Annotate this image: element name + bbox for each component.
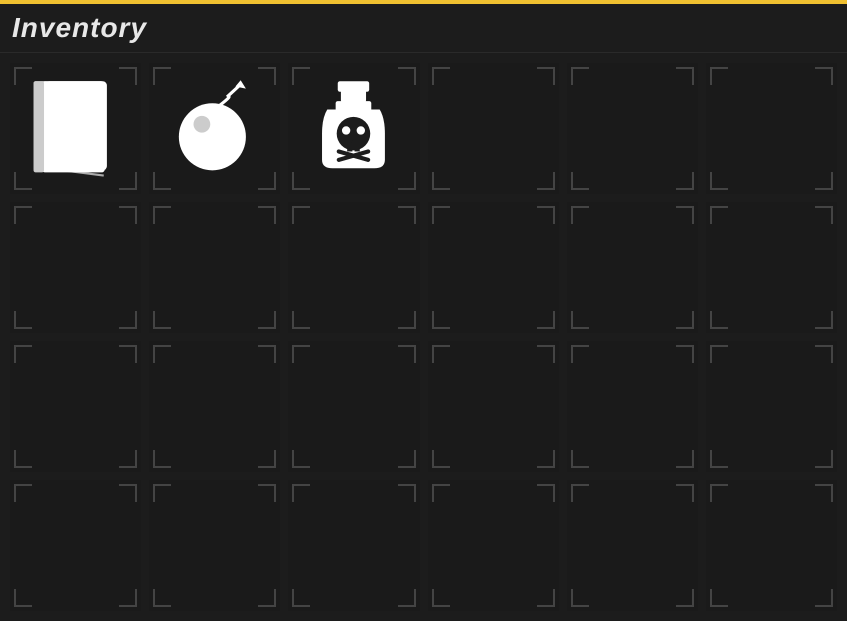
inventory-slot-18[interactable] — [10, 480, 141, 611]
inventory-slot-21[interactable] — [428, 480, 559, 611]
inventory-slot-4[interactable] — [567, 63, 698, 194]
bomb-icon — [162, 76, 267, 181]
inventory-slot-3[interactable] — [428, 63, 559, 194]
inventory-slot-13[interactable] — [149, 341, 280, 472]
inventory-slot-15[interactable] — [428, 341, 559, 472]
inventory-slot-0[interactable] — [10, 63, 141, 194]
inventory-slot-8[interactable] — [288, 202, 419, 333]
inventory-slot-5[interactable] — [706, 63, 837, 194]
inventory-slot-14[interactable] — [288, 341, 419, 472]
app: Inventory — [0, 0, 847, 621]
inventory-slot-7[interactable] — [149, 202, 280, 333]
inventory-slot-6[interactable] — [10, 202, 141, 333]
inventory-slot-10[interactable] — [567, 202, 698, 333]
inventory-slot-16[interactable] — [567, 341, 698, 472]
page-title: Inventory — [12, 12, 835, 44]
inventory-slot-12[interactable] — [10, 341, 141, 472]
poison-icon — [301, 76, 406, 181]
inventory-slot-17[interactable] — [706, 341, 837, 472]
inventory-slot-1[interactable] — [149, 63, 280, 194]
book-icon — [23, 76, 128, 181]
inventory-slot-11[interactable] — [706, 202, 837, 333]
inventory-slot-20[interactable] — [288, 480, 419, 611]
inventory-slot-22[interactable] — [567, 480, 698, 611]
inventory-slot-23[interactable] — [706, 480, 837, 611]
inventory-slot-2[interactable] — [288, 63, 419, 194]
inventory-grid — [0, 53, 847, 621]
inventory-header: Inventory — [0, 4, 847, 53]
inventory-slot-9[interactable] — [428, 202, 559, 333]
inventory-slot-19[interactable] — [149, 480, 280, 611]
